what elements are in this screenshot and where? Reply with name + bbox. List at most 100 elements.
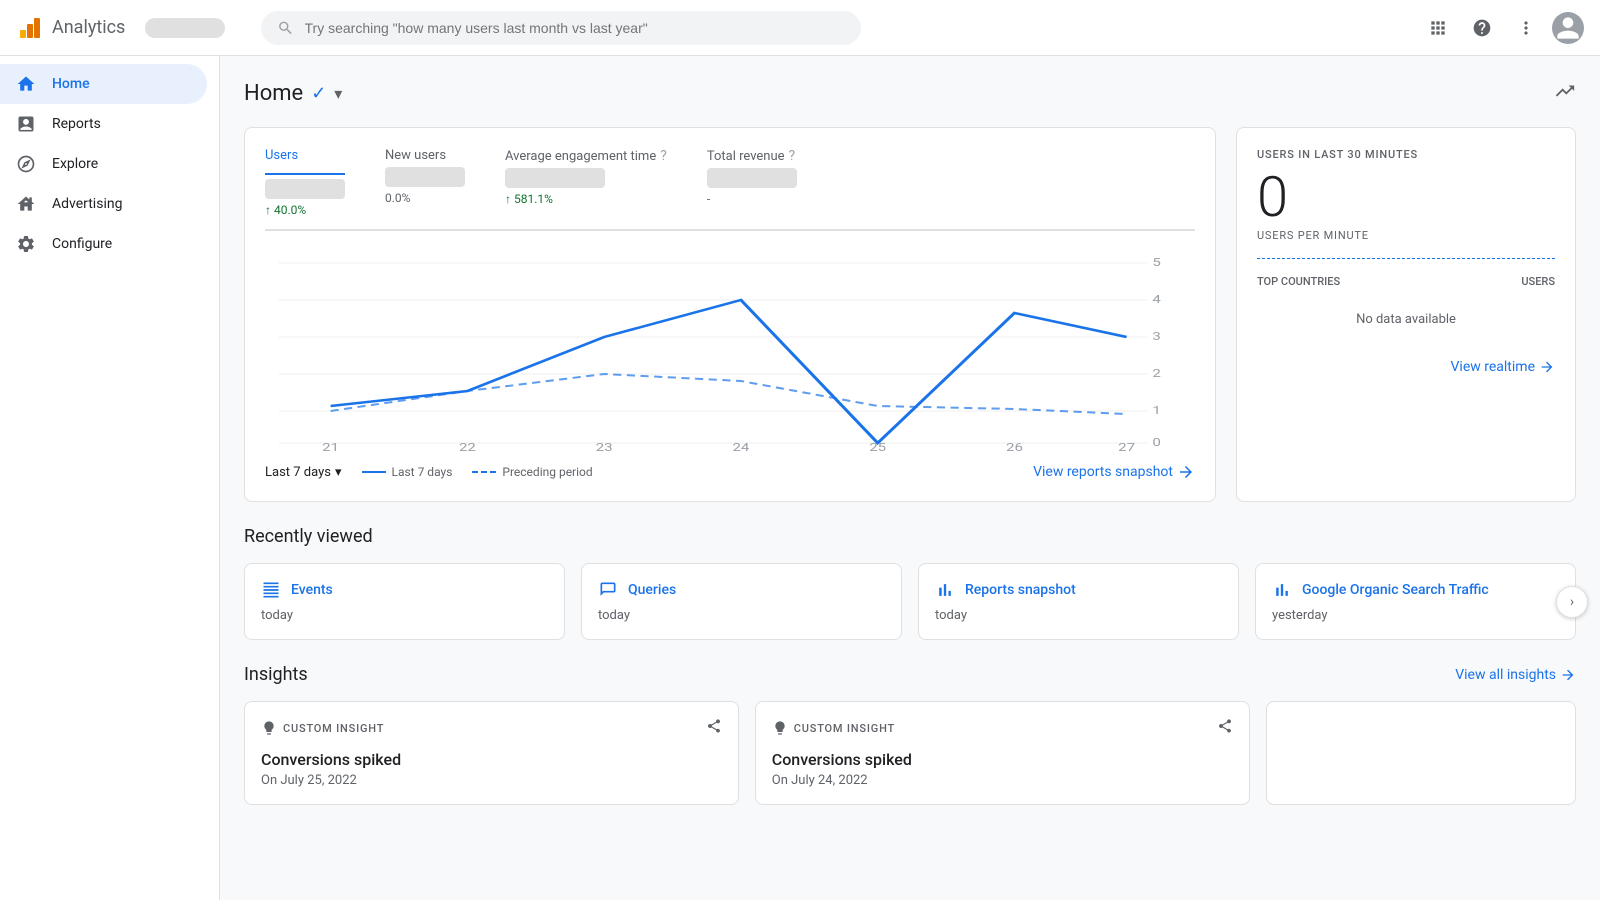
insight-meta-1: CUSTOM INSIGHT xyxy=(772,718,1233,738)
sidebar-item-configure[interactable]: Configure xyxy=(0,224,207,264)
sidebar-item-advertising[interactable]: Advertising xyxy=(0,184,207,224)
line-chart: 5 4 3 2 1 0 21 xyxy=(265,251,1195,451)
sidebar-item-home[interactable]: Home xyxy=(0,64,207,104)
explore-icon xyxy=(16,154,36,174)
metric-revenue[interactable]: Total revenue ? - xyxy=(707,148,797,217)
logo: Analytics xyxy=(16,14,125,42)
search-input[interactable] xyxy=(305,20,846,36)
legend-current-line xyxy=(362,471,386,473)
insight-card-2 xyxy=(1266,701,1576,805)
card-queries[interactable]: Queries today xyxy=(581,563,902,640)
legend-previous-line xyxy=(472,471,496,473)
card-events-title: Events xyxy=(291,582,333,598)
realtime-title: USERS IN LAST 30 MINUTES xyxy=(1257,148,1555,161)
svg-text:23: 23 xyxy=(596,442,613,451)
svg-text:5: 5 xyxy=(1152,257,1160,270)
reports-icon xyxy=(16,114,36,134)
configure-icon xyxy=(16,234,36,254)
analytics-logo-icon xyxy=(16,14,44,42)
layout: Home Reports Explore Advertising xyxy=(0,56,1600,900)
card-events-date: today xyxy=(261,608,548,623)
date-filter-button[interactable]: Last 7 days ▾ xyxy=(265,465,342,480)
svg-text:Jul: Jul xyxy=(321,450,341,451)
insight-title-1: Conversions spiked xyxy=(772,750,1233,769)
insight-share-0[interactable] xyxy=(706,718,722,738)
avatar[interactable] xyxy=(1552,12,1584,44)
line-chart-container: 5 4 3 2 1 0 21 xyxy=(265,251,1195,451)
events-card-icon xyxy=(261,580,281,600)
svg-text:3: 3 xyxy=(1152,331,1160,344)
svg-text:2: 2 xyxy=(1152,368,1160,381)
card-google-organic-date: yesterday xyxy=(1272,608,1559,623)
realtime-panel: USERS IN LAST 30 MINUTES 0 USERS PER MIN… xyxy=(1236,127,1576,502)
card-queries-header: Queries xyxy=(598,580,885,600)
cards-next-button[interactable]: › xyxy=(1556,586,1588,618)
card-queries-title: Queries xyxy=(628,582,676,598)
chart-footer: Last 7 days ▾ Last 7 days Preceding peri… xyxy=(265,463,1195,481)
svg-text:0: 0 xyxy=(1152,437,1160,450)
help-button[interactable] xyxy=(1464,10,1500,46)
sidebar: Home Reports Explore Advertising xyxy=(0,56,220,900)
insight-bulb-icon-1 xyxy=(772,720,788,736)
svg-text:27: 27 xyxy=(1118,442,1135,451)
view-all-insights-arrow xyxy=(1560,667,1576,683)
metric-new-users[interactable]: New users 0.0% xyxy=(385,148,465,217)
card-reports-header: Reports snapshot xyxy=(935,580,1222,600)
more-button[interactable] xyxy=(1508,10,1544,46)
apps-button[interactable] xyxy=(1420,10,1456,46)
advertising-icon xyxy=(16,194,36,214)
metrics-row: Users ↑ 40.0% New users 0.0% xyxy=(265,148,1195,231)
view-reports-snapshot-link[interactable]: View reports snapshot xyxy=(1033,463,1195,481)
engagement-info-icon[interactable]: ? xyxy=(660,148,667,164)
google-organic-card-icon xyxy=(1272,580,1292,600)
property-dropdown-button[interactable]: ▾ xyxy=(334,84,342,104)
home-icon xyxy=(16,74,36,94)
queries-card-icon xyxy=(598,580,618,600)
metric-users[interactable]: Users ↑ 40.0% xyxy=(265,148,345,217)
card-queries-date: today xyxy=(598,608,885,623)
more-vert-icon xyxy=(1516,18,1536,38)
revenue-info-icon[interactable]: ? xyxy=(789,148,796,164)
legend-current: Last 7 days xyxy=(362,465,453,479)
card-reports-snapshot[interactable]: Reports snapshot today xyxy=(918,563,1239,640)
metric-engagement[interactable]: Average engagement time ? ↑ 581.1% xyxy=(505,148,667,217)
help-icon xyxy=(1472,18,1492,38)
metric-engagement-value xyxy=(505,168,605,188)
metric-revenue-label: Total revenue ? xyxy=(707,148,797,164)
metric-new-users-label: New users xyxy=(385,148,465,163)
recently-viewed-section: Recently viewed Events today Queries xyxy=(244,526,1576,640)
search-box[interactable] xyxy=(261,11,861,45)
view-all-insights-link[interactable]: View all insights xyxy=(1455,667,1576,683)
avatar-icon xyxy=(1552,12,1584,44)
card-reports-snapshot-date: today xyxy=(935,608,1222,623)
apps-icon xyxy=(1428,18,1448,38)
card-google-organic[interactable]: Google Organic Search Traffic yesterday xyxy=(1255,563,1576,640)
insight-card-1: CUSTOM INSIGHT Conversions spiked On Jul… xyxy=(755,701,1250,805)
insight-card-0: CUSTOM INSIGHT Conversions spiked On Jul… xyxy=(244,701,739,805)
chart-legend: Last 7 days Preceding period xyxy=(362,465,593,479)
view-realtime-link[interactable]: View realtime xyxy=(1257,359,1555,375)
metric-new-users-change: 0.0% xyxy=(385,191,465,205)
svg-text:1: 1 xyxy=(1152,405,1160,418)
card-events[interactable]: Events today xyxy=(244,563,565,640)
legend-previous: Preceding period xyxy=(472,465,592,479)
sidebar-item-explore[interactable]: Explore xyxy=(0,144,207,184)
recently-viewed-cards: Events today Queries today Repor xyxy=(244,563,1576,640)
realtime-table-header: TOP COUNTRIES USERS xyxy=(1257,275,1555,288)
insights-header: Insights View all insights xyxy=(244,664,1576,685)
insight-meta-0: CUSTOM INSIGHT xyxy=(261,718,722,738)
insight-type-1: CUSTOM INSIGHT xyxy=(794,722,895,735)
topbar: Analytics xyxy=(0,0,1600,56)
metric-users-change: ↑ 40.0% xyxy=(265,203,345,217)
page-header: Home ✓ ▾ xyxy=(244,80,1576,107)
card-events-header: Events xyxy=(261,580,548,600)
account-selector[interactable] xyxy=(145,18,225,38)
trend-icon-button[interactable] xyxy=(1554,80,1576,107)
metric-revenue-change: - xyxy=(707,192,797,206)
insights-section: Insights View all insights CUSTOM INSIGH… xyxy=(244,664,1576,805)
sidebar-item-reports[interactable]: Reports xyxy=(0,104,207,144)
svg-text:26: 26 xyxy=(1006,442,1023,451)
svg-text:24: 24 xyxy=(732,442,750,451)
insight-share-1[interactable] xyxy=(1217,718,1233,738)
realtime-arrow-icon xyxy=(1539,359,1555,375)
